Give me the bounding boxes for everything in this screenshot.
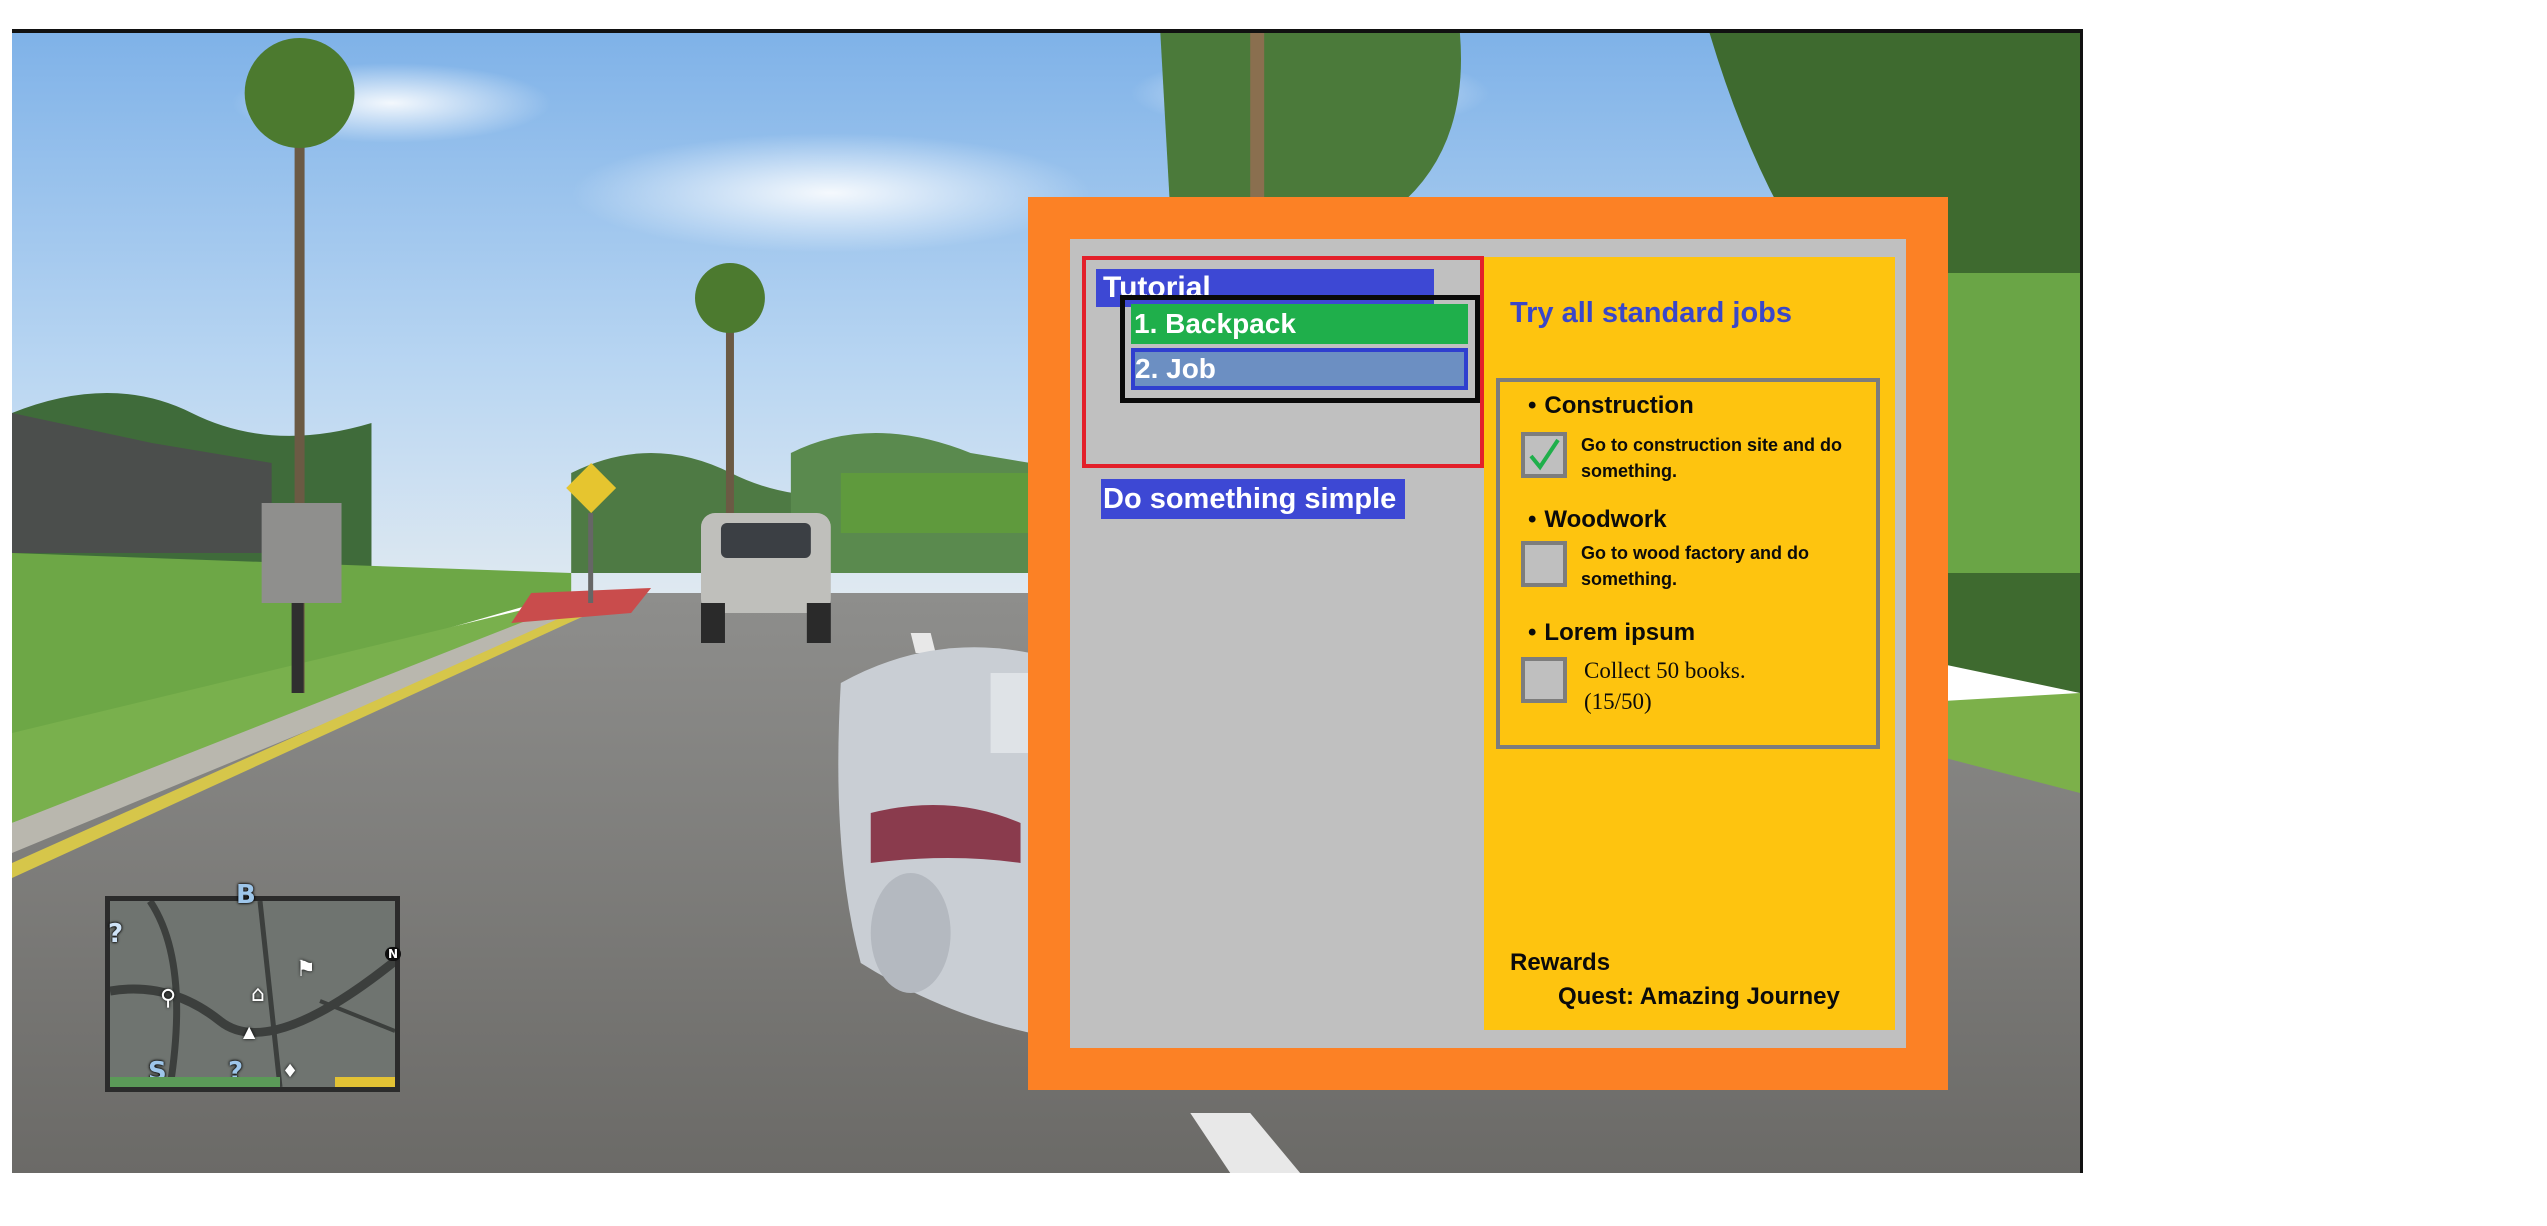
magnifier-icon: ⚲	[160, 986, 177, 1011]
rewards-label: Rewards	[1510, 949, 1611, 976]
quest-detail-pane: Try all standard jobs Construction Go to…	[1484, 257, 1895, 1030]
home-icon: ⌂	[251, 982, 265, 1007]
quest-list-column: Tutorial 1. Backpack 2. Job Do something…	[1070, 239, 1484, 1048]
job-construction-name: Construction	[1528, 392, 1693, 420]
tutorial-step-job[interactable]: 2. Job	[1131, 348, 1468, 390]
minimap-blip-question-left: ?	[108, 919, 124, 949]
minimap: B S ? ? N ⌂ ⚑ ⚲ ▲ ♦	[105, 880, 402, 1092]
job-objectives-box: Construction Go to construction site and…	[1496, 378, 1880, 749]
job-lorem-ipsum-name: Lorem ipsum	[1528, 619, 1695, 647]
job-construction-description: Go to construction site and do something…	[1581, 435, 1842, 481]
job-woodwork-description: Go to wood factory and do something.	[1581, 543, 1809, 589]
checkmark-icon	[1529, 438, 1560, 471]
job-construction-checkbox[interactable]	[1521, 432, 1567, 478]
job-lorem-ipsum-checkbox[interactable]	[1521, 657, 1567, 703]
job-lorem-ipsum-progress: (15/50)	[1584, 689, 1652, 714]
quest-detail-title: Try all standard jobs	[1510, 297, 1793, 329]
rewards-value: Quest: Amazing Journey	[1558, 983, 1840, 1010]
minimap-blip-b: B	[236, 880, 256, 910]
tutorial-step-list: 1. Backpack 2. Job	[1120, 295, 1480, 403]
minimap-armor-bar	[335, 1077, 395, 1087]
job-woodwork-name: Woodwork	[1528, 506, 1666, 534]
job-lorem-ipsum-task: Collect 50 books.	[1584, 658, 1746, 683]
player-arrow-icon: ▲	[243, 1022, 256, 1041]
minimap-north-marker: N	[385, 947, 402, 961]
quest-do-something-simple[interactable]: Do something simple	[1101, 479, 1405, 519]
quest-log-inner: Tutorial 1. Backpack 2. Job Do something…	[1070, 239, 1906, 1048]
tutorial-step-backpack[interactable]: 1. Backpack	[1131, 304, 1468, 344]
job-woodwork-checkbox[interactable]	[1521, 541, 1567, 587]
shirt-icon: ♦	[282, 1061, 299, 1082]
flag-icon: ⚑	[296, 957, 316, 982]
minimap-health-bar	[110, 1077, 280, 1087]
quest-log-panel: Tutorial 1. Backpack 2. Job Do something…	[1028, 197, 1948, 1090]
job-lorem-ipsum-description: Collect 50 books. (15/50)	[1584, 655, 1874, 717]
